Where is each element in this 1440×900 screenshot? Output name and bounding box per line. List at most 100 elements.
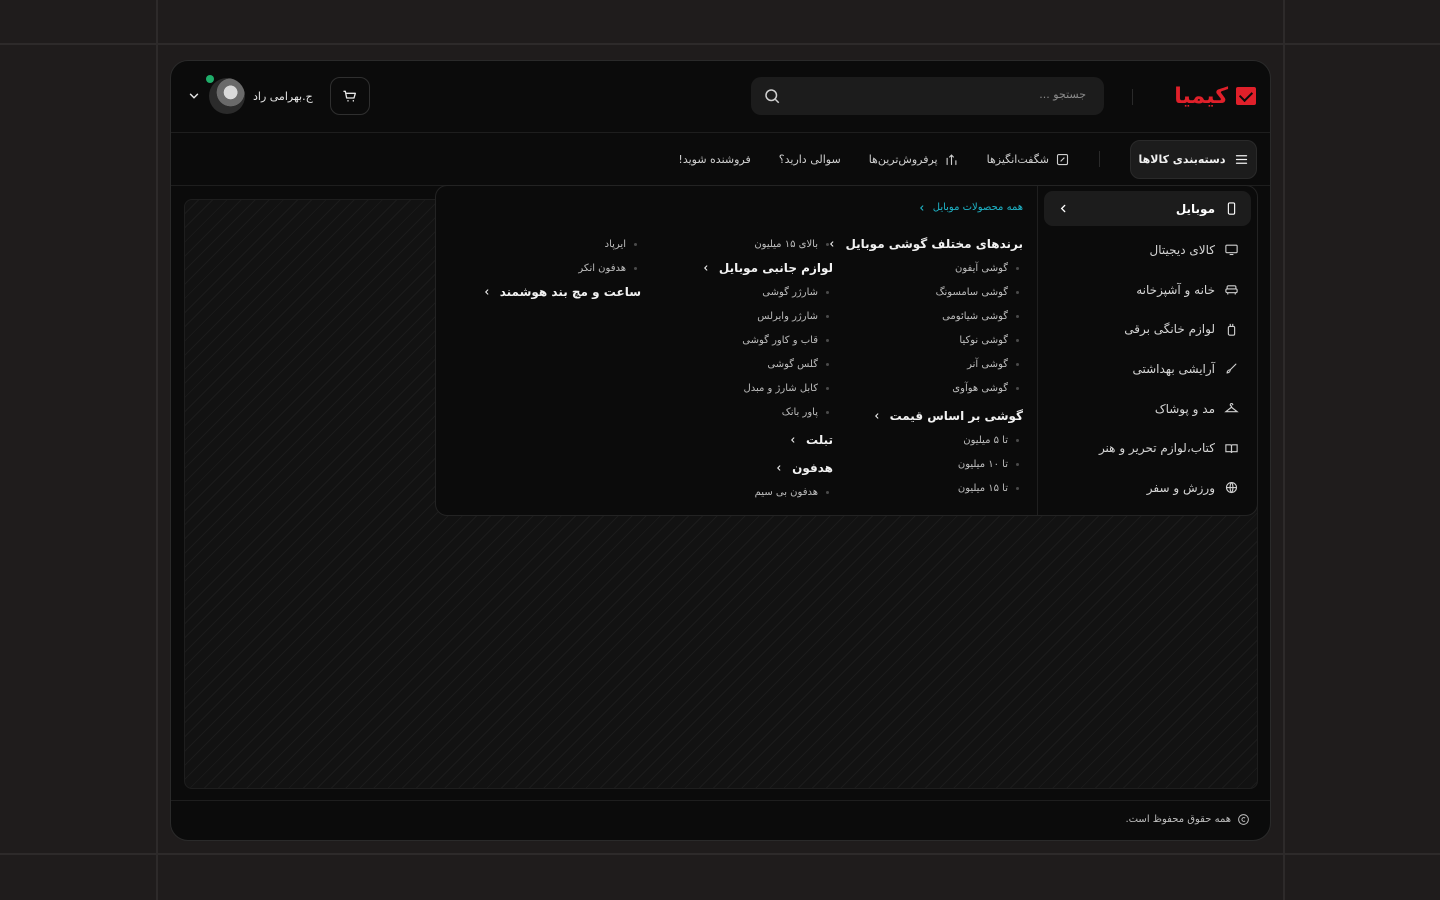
subcategory-column-1: برندهای مختلف گوشی موبایل گوشی آیفون گوش… (827, 232, 1023, 500)
appliance-icon (1227, 323, 1236, 336)
chevron-left-icon (777, 465, 781, 471)
list-item[interactable]: شارژر گوشی (701, 280, 833, 304)
categories-button[interactable]: دسته‌بندی کالاها (1130, 140, 1257, 179)
subcategory-column-3: ایرپاد هدفون انکر ساعت و مچ بند هوشمند (482, 232, 641, 304)
group-heading-headphones[interactable]: هدفون (701, 456, 833, 480)
category-label: کالای دیجیتال (1149, 242, 1215, 257)
group-heading-tablet[interactable]: تبلت (701, 428, 833, 452)
list-item[interactable]: تا ۱۰ میلیون (827, 452, 1023, 476)
hanger-icon (1224, 403, 1239, 413)
brush-icon (1226, 363, 1237, 374)
category-label: مد و پوشاک (1154, 401, 1215, 416)
divider (1132, 89, 1133, 105)
all-products-link[interactable]: همه محصولات موبایل (917, 202, 1023, 213)
chevron-left-icon (484, 289, 489, 295)
navbar: دسته‌بندی کالاها شگفت‌انگیزها پرفروش‌تری… (171, 133, 1270, 186)
group-heading-brands[interactable]: برندهای مختلف گوشی موبایل (827, 232, 1023, 256)
list-item[interactable]: گوشی آنر (827, 352, 1023, 376)
search-input[interactable]: جستجو ... (751, 77, 1104, 115)
chevron-left-icon (790, 437, 795, 443)
list-item[interactable]: گلس گوشی (701, 352, 833, 376)
list-item[interactable]: بالای ۱۵ میلیون (701, 232, 833, 256)
list-item[interactable]: هدفون بی سیم (701, 480, 833, 504)
list-item[interactable]: کابل شارژ و مبدل (701, 376, 833, 400)
list-item[interactable]: تا ۱۵ میلیون (827, 476, 1023, 500)
search-placeholder: جستجو ... (1039, 88, 1086, 101)
all-products-label: همه محصولات موبایل (932, 202, 1023, 213)
group-heading-price[interactable]: گوشی بر اساس قیمت (827, 404, 1023, 428)
category-label: کتاب،لوازم تحریر و هنر (1098, 441, 1215, 456)
chevron-left-icon (703, 265, 708, 271)
category-item-home-kitchen[interactable]: خانه و آشپزخانه (1044, 270, 1251, 310)
category-label: موبایل (1175, 201, 1215, 216)
copyright-icon (1238, 814, 1249, 825)
chevron-left-icon (919, 204, 924, 211)
header: کیمیا جستجو ... ج.بهرامی راد (171, 61, 1270, 133)
category-label: لوازم خانگی برقی (1124, 322, 1215, 337)
category-label: خانه و آشپزخانه (1136, 282, 1215, 297)
avatar[interactable] (206, 75, 245, 114)
online-status-dot (206, 75, 214, 83)
category-item-appliances[interactable]: لوازم خانگی برقی (1044, 309, 1251, 349)
monitor-icon (1225, 244, 1238, 256)
list-item[interactable]: گوشی نوکیا (827, 328, 1023, 352)
cart-icon (343, 90, 356, 102)
category-list: موبایل کالای دیجیتال خانه و آشپزخانه لوا… (1037, 186, 1257, 515)
user-name: ج.بهرامی راد (253, 89, 313, 103)
list-item[interactable]: گوشی آیفون (827, 256, 1023, 280)
user-menu[interactable]: ج.بهرامی راد (187, 75, 313, 115)
nav-links: شگفت‌انگیزها پرفروش‌ترین‌ها سوالی دارید؟… (678, 133, 1070, 186)
ball-icon (1225, 482, 1238, 494)
copyright-text: همه حقوق محفوظ است. (1125, 814, 1231, 825)
book-icon (1225, 443, 1238, 453)
app-window: کیمیا جستجو ... ج.بهرامی راد دسته‌بندی ک… (170, 60, 1271, 841)
category-label: آرایشی بهداشتی (1132, 361, 1215, 376)
nav-link-label: سوالی دارید؟ (778, 153, 841, 166)
divider (1099, 151, 1100, 167)
brand-logo[interactable]: کیمیا (1174, 83, 1256, 109)
nav-link-label: پرفروش‌ترین‌ها (868, 153, 938, 166)
list-item[interactable]: قاب و کاور گوشی (701, 328, 833, 352)
category-item-fashion[interactable]: مد و پوشاک (1044, 389, 1251, 429)
group-heading-accessories[interactable]: لوازم جانبی موبایل (701, 256, 833, 280)
list-item[interactable]: گوشی سامسونگ (827, 280, 1023, 304)
copyright: همه حقوق محفوظ است. (1125, 813, 1250, 826)
cart-button[interactable] (330, 77, 370, 115)
search-icon (765, 89, 780, 104)
list-item[interactable]: پاور بانک (701, 400, 833, 424)
group-heading-smartwatch[interactable]: ساعت و مچ بند هوشمند (482, 280, 641, 304)
trending-icon (946, 154, 957, 166)
list-item[interactable]: هدفون انکر (482, 256, 641, 280)
category-item-mobile[interactable]: موبایل (1044, 191, 1251, 226)
nav-link-amazing-offers[interactable]: شگفت‌انگیزها (987, 152, 1070, 167)
footer: همه حقوق محفوظ است. (171, 800, 1270, 840)
list-item[interactable]: گوشی هوآوی (827, 376, 1023, 400)
nav-link-faq[interactable]: سوالی دارید؟ (779, 153, 841, 166)
category-item-books[interactable]: کتاب،لوازم تحریر و هنر (1044, 428, 1251, 468)
chevron-left-icon (874, 413, 878, 419)
category-item-sport[interactable]: ورزش و سفر (1044, 468, 1251, 508)
menu-icon (1235, 155, 1247, 164)
nav-link-label: شگفت‌انگیزها (986, 153, 1049, 166)
categories-button-label: دسته‌بندی کالاها (1138, 153, 1226, 166)
mobile-icon (1227, 202, 1236, 215)
list-item[interactable]: گوشی شیائومی (827, 304, 1023, 328)
list-item[interactable]: تا ۵ میلیون (827, 428, 1023, 452)
sofa-icon (1225, 285, 1238, 295)
discount-tag-icon (1056, 153, 1069, 166)
brand-name: کیمیا (1174, 83, 1228, 109)
mega-menu: موبایل کالای دیجیتال خانه و آشپزخانه لوا… (435, 185, 1258, 516)
category-item-digital[interactable]: کالای دیجیتال (1044, 230, 1251, 270)
chevron-left-icon (1060, 204, 1066, 213)
category-item-beauty[interactable]: آرایشی بهداشتی (1044, 349, 1251, 389)
list-item[interactable]: شارژر وایرلس (701, 304, 833, 328)
nav-link-bestsellers[interactable]: پرفروش‌ترین‌ها (869, 152, 959, 167)
subcategory-column-2: بالای ۱۵ میلیون لوازم جانبی موبایل شارژر… (701, 232, 833, 504)
chevron-down-icon (189, 93, 199, 99)
category-label: ورزش و سفر (1146, 480, 1215, 495)
nav-link-become-seller[interactable]: فروشنده شوید! (678, 153, 750, 166)
subcategory-area: همه محصولات موبایل برندهای مختلف گوشی مو… (436, 186, 1037, 515)
list-item[interactable]: ایرپاد (482, 232, 641, 256)
nav-link-label: فروشنده شوید! (678, 153, 751, 166)
logo-mark-icon (1236, 87, 1256, 105)
